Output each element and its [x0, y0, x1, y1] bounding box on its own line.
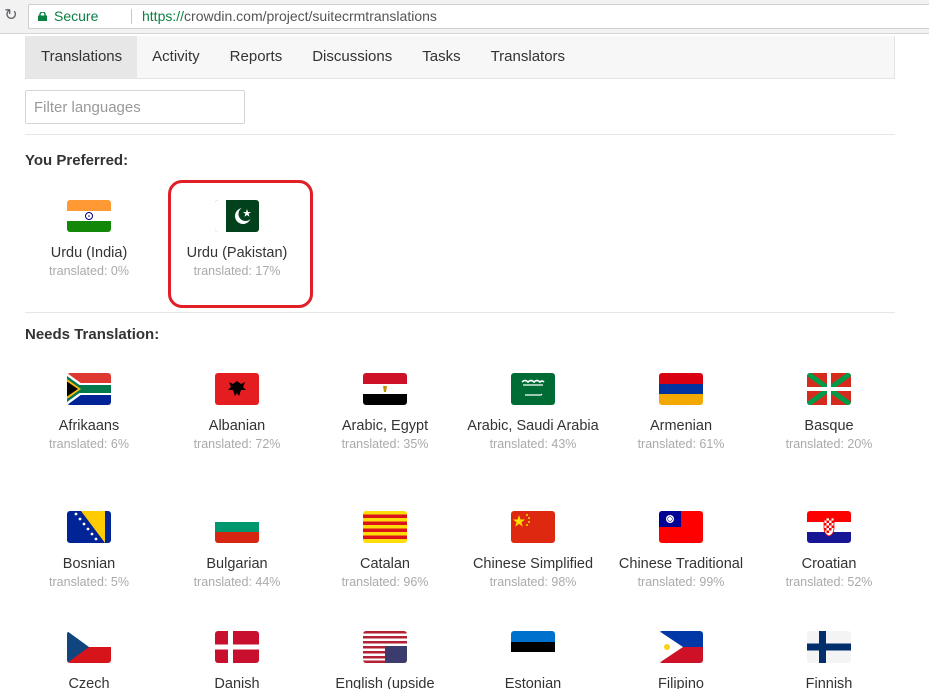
- tab-translations[interactable]: Translations: [26, 36, 138, 78]
- language-name: Chinese Simplified: [472, 556, 594, 572]
- language-progress: translated: 6%: [49, 437, 129, 451]
- url-text: https://crowdin.com/project/suitecrmtran…: [142, 8, 437, 24]
- language-name: Filipino: [658, 676, 704, 689]
- basque-flag-icon: [807, 373, 851, 405]
- language-name: Croatian: [801, 556, 857, 572]
- czech-flag-icon: [67, 631, 111, 663]
- bosnia-flag-icon: [67, 511, 111, 543]
- language-progress: translated: 17%: [193, 264, 281, 278]
- albania-flag-icon: [215, 373, 259, 405]
- language-name: Czech: [68, 676, 110, 689]
- divider: [25, 134, 895, 135]
- language-progress: translated: 5%: [49, 575, 129, 589]
- language-progress: translated: 99%: [637, 575, 725, 589]
- tab-activity[interactable]: Activity: [137, 36, 215, 78]
- url-separator: [131, 9, 132, 24]
- language-card-armenian[interactable]: Armenian translated: 61%: [607, 373, 755, 453]
- language-progress: translated: 35%: [341, 437, 429, 451]
- language-card-english-upside[interactable]: English (upside: [311, 631, 459, 689]
- language-name: Urdu (India): [50, 245, 128, 261]
- language-progress: translated: 52%: [785, 575, 873, 589]
- language-progress: translated: 72%: [193, 437, 281, 451]
- saudi-arabia-flag-icon: [511, 373, 555, 405]
- language-progress: translated: 0%: [49, 264, 129, 278]
- language-name: Urdu (Pakistan): [186, 245, 288, 261]
- finland-flag-icon: [807, 631, 851, 663]
- philippines-flag-icon: [659, 631, 703, 663]
- language-card-bosnian[interactable]: Bosnian translated: 5%: [15, 511, 163, 591]
- needs-translation-heading: Needs Translation:: [25, 326, 160, 343]
- language-name: Arabic, Egypt: [341, 418, 429, 434]
- secure-label: Secure: [54, 8, 99, 24]
- reload-icon[interactable]: ↻: [2, 7, 20, 25]
- language-name: Danish: [214, 676, 260, 689]
- catalonia-flag-icon: [363, 511, 407, 543]
- language-card-czech[interactable]: Czech: [15, 631, 163, 689]
- filter-languages-input[interactable]: [25, 90, 245, 124]
- language-name: Bosnian: [62, 556, 116, 572]
- language-name: Chinese Traditional: [618, 556, 744, 572]
- tab-tasks[interactable]: Tasks: [407, 36, 475, 78]
- language-progress: translated: 61%: [637, 437, 725, 451]
- china-flag-icon: [511, 511, 555, 543]
- language-name: Basque: [804, 418, 854, 434]
- language-card-croatian[interactable]: Croatian translated: 52%: [755, 511, 903, 591]
- language-card-arabic-saudi-arabia[interactable]: Arabic, Saudi Arabia translated: 43%: [459, 373, 607, 453]
- language-name: English (upside: [335, 676, 435, 689]
- language-progress: translated: 20%: [785, 437, 873, 451]
- language-name: Albanian: [208, 418, 266, 434]
- language-card-chinese-traditional[interactable]: Chinese Traditional translated: 99%: [607, 511, 755, 591]
- language-card-basque[interactable]: Basque translated: 20%: [755, 373, 903, 453]
- divider: [25, 312, 895, 313]
- taiwan-flag-icon: [659, 511, 703, 543]
- language-card-estonian[interactable]: Estonian: [459, 631, 607, 689]
- language-progress: translated: 44%: [193, 575, 281, 589]
- browser-address-bar: ↻ Secure https://crowdin.com/project/sui…: [0, 0, 929, 34]
- language-name: Catalan: [360, 556, 410, 572]
- language-card-catalan[interactable]: Catalan translated: 96%: [311, 511, 459, 591]
- tab-translators[interactable]: Translators: [476, 36, 580, 78]
- language-name: Armenian: [649, 418, 713, 434]
- usa-flag-icon: [363, 631, 407, 663]
- language-card-finnish[interactable]: Finnish: [755, 631, 903, 689]
- tab-reports[interactable]: Reports: [215, 36, 298, 78]
- denmark-flag-icon: [215, 631, 259, 663]
- language-card-filipino[interactable]: Filipino: [607, 631, 755, 689]
- estonia-flag-icon: [511, 631, 555, 663]
- language-progress: translated: 43%: [489, 437, 577, 451]
- language-card-afrikaans[interactable]: Afrikaans translated: 6%: [15, 373, 163, 453]
- language-card-urdu-pakistan[interactable]: Urdu (Pakistan) translated: 17%: [163, 200, 311, 280]
- language-card-chinese-simplified[interactable]: Chinese Simplified translated: 98%: [459, 511, 607, 591]
- pakistan-flag-icon: [215, 200, 259, 232]
- tab-discussions[interactable]: Discussions: [297, 36, 407, 78]
- preferred-heading: You Preferred:: [25, 152, 129, 169]
- bulgaria-flag-icon: [215, 511, 259, 543]
- lock-icon: [38, 12, 47, 21]
- language-card-bulgarian[interactable]: Bulgarian translated: 44%: [163, 511, 311, 591]
- url-field[interactable]: Secure https://crowdin.com/project/suite…: [28, 4, 929, 29]
- south-africa-flag-icon: [67, 373, 111, 405]
- language-name: Finnish: [805, 676, 853, 689]
- language-card-urdu-india[interactable]: Urdu (India) translated: 0%: [15, 200, 163, 280]
- language-name: Bulgarian: [206, 556, 268, 572]
- language-progress: translated: 96%: [341, 575, 429, 589]
- language-card-danish[interactable]: Danish: [163, 631, 311, 689]
- armenia-flag-icon: [659, 373, 703, 405]
- language-card-albanian[interactable]: Albanian translated: 72%: [163, 373, 311, 453]
- language-name: Afrikaans: [58, 418, 120, 434]
- project-tabs: Translations Activity Reports Discussion…: [25, 36, 895, 79]
- india-flag-icon: [67, 200, 111, 232]
- language-progress: translated: 98%: [489, 575, 577, 589]
- egypt-flag-icon: [363, 373, 407, 405]
- language-name: Estonian: [504, 676, 562, 689]
- croatia-flag-icon: [807, 511, 851, 543]
- language-card-arabic-egypt[interactable]: Arabic, Egypt translated: 35%: [311, 373, 459, 453]
- language-name: Arabic, Saudi Arabia: [467, 418, 599, 434]
